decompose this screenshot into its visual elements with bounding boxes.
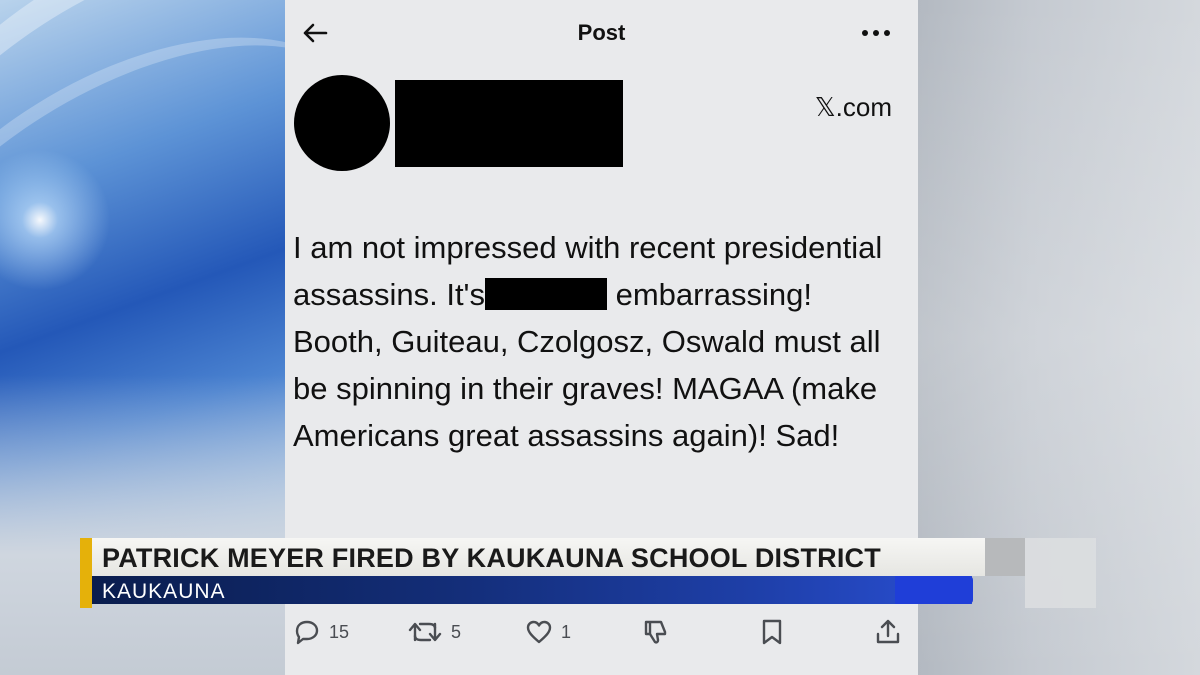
page-title: Post [577, 20, 626, 45]
share-button[interactable] [875, 612, 901, 652]
news-lower-third: PATRICK MEYER FIRED BY KAUKAUNA SCHOOL D… [80, 538, 1096, 608]
headline-bar-tail [985, 538, 1025, 576]
repost-count: 5 [451, 621, 462, 642]
redaction-box [484, 278, 607, 310]
bookmark-button[interactable] [760, 612, 784, 652]
username-redacted[interactable] [395, 80, 623, 167]
reply-icon [295, 620, 319, 645]
background-fade [0, 375, 300, 675]
post-actions: 15 5 1 [285, 612, 918, 652]
reply-button[interactable]: 15 [293, 612, 349, 652]
location-bar-tail [895, 576, 973, 604]
like-icon [526, 620, 552, 644]
like-button[interactable]: 1 [525, 612, 571, 652]
source-label: 𝕏.com [814, 92, 892, 122]
more-icon [862, 30, 890, 36]
accent-stripe [80, 538, 92, 608]
repost-icon [408, 622, 442, 642]
headline-bar-tail [1025, 538, 1096, 608]
dislike-icon [644, 620, 667, 644]
dislike-button[interactable] [641, 612, 669, 652]
location-text: KAUKAUNA [102, 580, 226, 603]
bookmark-icon [762, 619, 782, 645]
post-body: I am not impressed with recent president… [293, 224, 903, 459]
like-count: 1 [561, 621, 572, 642]
more-button[interactable] [856, 18, 896, 48]
repost-button[interactable]: 5 [407, 612, 461, 652]
share-icon [876, 619, 900, 644]
headline-text: PATRICK MEYER FIRED BY KAUKAUNA SCHOOL D… [102, 543, 881, 573]
avatar-redacted[interactable] [294, 75, 390, 171]
post-topbar: Post [285, 0, 918, 66]
reply-count: 15 [329, 621, 350, 642]
